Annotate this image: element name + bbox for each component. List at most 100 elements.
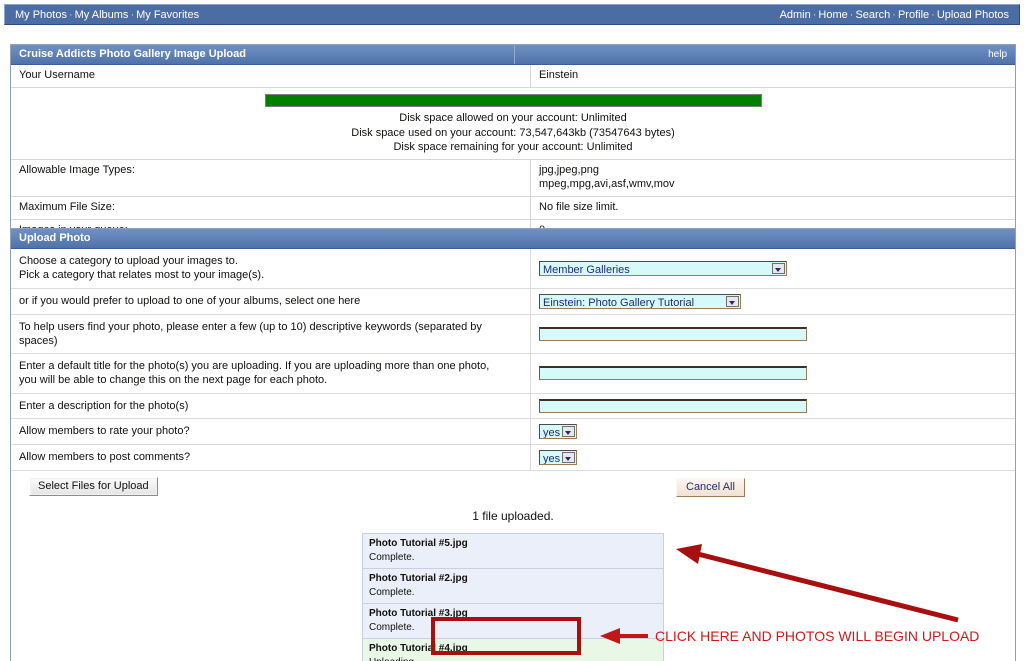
allow-rating-select-value: yes [543, 427, 560, 439]
category-label: Choose a category to upload your images … [11, 249, 531, 288]
category-select-value: Member Galleries [543, 264, 630, 276]
form-row-allow-rating: Allow members to rate your photo? yes [11, 419, 1015, 445]
form-row-allow-comments: Allow members to post comments? yes [11, 445, 1015, 471]
disk-used-line: Disk space used on your account: 73,547,… [11, 126, 1015, 141]
nav-separator: · [67, 9, 75, 21]
upload-form-table: Choose a category to upload your images … [11, 249, 1015, 470]
page-title: Cruise Addicts Photo Gallery Image Uploa… [19, 48, 246, 60]
file-status: Complete. [369, 586, 657, 600]
image-types-line-2: mpeg,mpg,avi,asf,wmv,mov [539, 178, 1007, 192]
allow-rating-label: Allow members to rate your photo? [11, 419, 531, 445]
table-row-disk-usage: Disk space allowed on your account: Unli… [11, 87, 1015, 160]
file-status: Uploading... [369, 656, 657, 661]
album-field-cell: Einstein: Photo Gallery Tutorial [531, 288, 1016, 314]
nav-separator: · [929, 9, 937, 21]
disk-allowed-line: Disk space allowed on your account: Unli… [11, 111, 1015, 126]
allowable-image-types-value: jpg,jpeg,png mpeg,mpg,avi,asf,wmv,mov [531, 160, 1016, 197]
default-title-label-line-1: Enter a default title for the photo(s) y… [19, 359, 522, 373]
table-row-image-types: Allowable Image Types: jpg,jpeg,png mpeg… [11, 160, 1015, 197]
top-navigation-bar: My Photos·My Albums·My Favorites Admin·H… [4, 4, 1020, 25]
category-label-line-1: Choose a category to upload your images … [19, 254, 522, 268]
allowable-image-types-label: Allowable Image Types: [11, 160, 531, 197]
album-select[interactable]: Einstein: Photo Gallery Tutorial [539, 294, 741, 309]
nav-link-my-favorites[interactable]: My Favorites [136, 9, 199, 21]
annotation-callout-text: CLICK HERE AND PHOTOS WILL BEGIN UPLOAD [655, 628, 979, 644]
upload-panel-title: Upload Photo [19, 232, 91, 244]
form-row-category: Choose a category to upload your images … [11, 249, 1015, 288]
file-status: Complete. [369, 621, 657, 635]
disk-usage-text: Disk space allowed on your account: Unli… [11, 111, 1015, 160]
max-file-size-label: Maximum File Size: [11, 196, 531, 219]
nav-right-links: Admin·Home·Search·Profile·Upload Photos [780, 9, 1009, 21]
upload-actions-row: Select Files for Upload Cancel All [11, 470, 1015, 503]
chevron-down-icon[interactable] [562, 452, 575, 463]
file-queue-list: Photo Tutorial #5.jpg Complete. Photo Tu… [362, 533, 664, 661]
nav-link-search[interactable]: Search [855, 9, 890, 21]
keywords-label-line-2: spaces) [19, 334, 522, 348]
list-item[interactable]: Photo Tutorial #3.jpg Complete. [362, 603, 664, 638]
keywords-label: To help users find your photo, please en… [11, 314, 531, 354]
nav-link-upload-photos[interactable]: Upload Photos [937, 9, 1009, 21]
file-name: Photo Tutorial #2.jpg [369, 572, 657, 586]
upload-photo-panel: Upload Photo Choose a category to upload… [10, 228, 1016, 661]
cancel-all-button[interactable]: Cancel All [676, 478, 745, 497]
gallery-info-panel-header: Cruise Addicts Photo Gallery Image Uploa… [11, 45, 1015, 65]
album-select-value: Einstein: Photo Gallery Tutorial [543, 297, 694, 309]
file-status: Complete. [369, 551, 657, 565]
header-column-divider [514, 45, 515, 64]
default-title-input[interactable] [539, 366, 807, 380]
nav-separator: · [128, 9, 136, 21]
description-input[interactable] [539, 399, 807, 413]
file-name: Photo Tutorial #3.jpg [369, 607, 657, 621]
select-files-button[interactable]: Select Files for Upload [29, 477, 158, 496]
max-file-size-value: No file size limit. [531, 196, 1016, 219]
keywords-input[interactable] [539, 327, 807, 341]
allow-comments-label: Allow members to post comments? [11, 445, 531, 471]
disk-remaining-line: Disk space remaining for your account: U… [11, 140, 1015, 155]
disk-usage-progress-bar [265, 94, 762, 107]
page-root: My Photos·My Albums·My Favorites Admin·H… [0, 0, 1024, 661]
nav-link-admin[interactable]: Admin [780, 9, 811, 21]
nav-link-home[interactable]: Home [818, 9, 847, 21]
allow-comments-field-cell: yes [531, 445, 1016, 471]
file-count-status: 1 file uploaded. [11, 503, 1015, 533]
keywords-label-line-1: To help users find your photo, please en… [19, 320, 522, 334]
image-types-line-1: jpg,jpeg,png [539, 164, 1007, 178]
help-link[interactable]: help [988, 49, 1007, 60]
allow-rating-select[interactable]: yes [539, 424, 577, 439]
list-item[interactable]: Photo Tutorial #2.jpg Complete. [362, 568, 664, 603]
table-row-max-file-size: Maximum File Size: No file size limit. [11, 196, 1015, 219]
file-name: Photo Tutorial #5.jpg [369, 537, 657, 551]
file-name: Photo Tutorial #4.jpg [369, 642, 657, 656]
chevron-down-icon[interactable] [726, 296, 739, 307]
description-label: Enter a description for the photo(s) [11, 393, 531, 418]
gallery-info-panel: Cruise Addicts Photo Gallery Image Uploa… [10, 44, 1016, 242]
category-select[interactable]: Member Galleries [539, 261, 787, 276]
disk-usage-bar-wrap [11, 88, 1015, 111]
form-row-title: Enter a default title for the photo(s) y… [11, 354, 1015, 394]
category-field-cell: Member Galleries [531, 249, 1016, 288]
list-item[interactable]: Photo Tutorial #4.jpg Uploading... [362, 638, 664, 661]
album-label: or if you would prefer to upload to one … [11, 288, 531, 314]
category-label-line-2: Pick a category that relates most to you… [19, 268, 522, 282]
nav-link-profile[interactable]: Profile [898, 9, 929, 21]
username-value: Einstein [531, 65, 1016, 87]
nav-left-links: My Photos·My Albums·My Favorites [15, 9, 199, 21]
chevron-down-icon[interactable] [562, 426, 575, 437]
keywords-field-cell [531, 314, 1016, 354]
nav-link-my-photos[interactable]: My Photos [15, 9, 67, 21]
list-item[interactable]: Photo Tutorial #5.jpg Complete. [362, 533, 664, 568]
form-row-description: Enter a description for the photo(s) [11, 393, 1015, 418]
default-title-label-line-2: you will be able to change this on the n… [19, 373, 522, 387]
chevron-down-icon[interactable] [772, 263, 785, 274]
disk-usage-cell: Disk space allowed on your account: Unli… [11, 87, 1015, 160]
allow-rating-field-cell: yes [531, 419, 1016, 445]
allow-comments-select-value: yes [543, 453, 560, 465]
username-label: Your Username [11, 65, 531, 87]
default-title-label: Enter a default title for the photo(s) y… [11, 354, 531, 394]
allow-comments-select[interactable]: yes [539, 450, 577, 465]
form-row-keywords: To help users find your photo, please en… [11, 314, 1015, 354]
nav-link-my-albums[interactable]: My Albums [75, 9, 129, 21]
table-row-username: Your Username Einstein [11, 65, 1015, 87]
upload-photo-panel-header: Upload Photo [11, 229, 1015, 249]
